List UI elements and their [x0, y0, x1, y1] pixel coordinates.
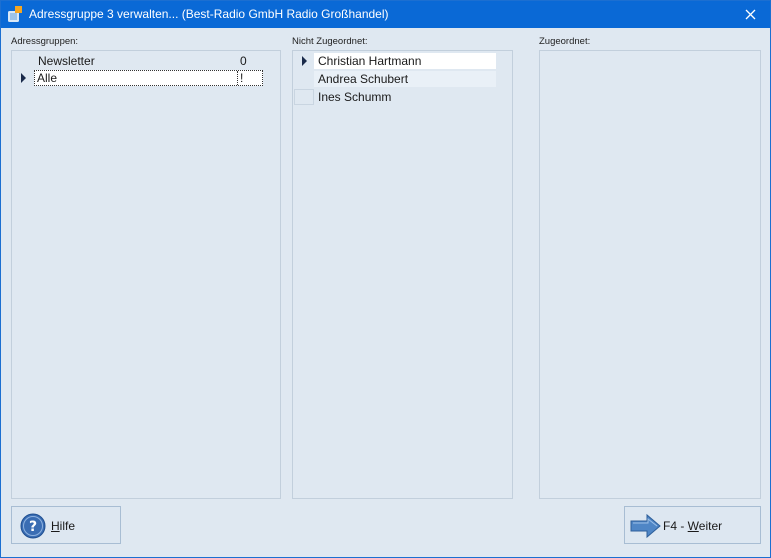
- zugeordnet-label: Zugeordnet:: [539, 36, 591, 47]
- next-button[interactable]: F4 - Weiter: [624, 506, 761, 544]
- current-row-icon: [301, 56, 307, 66]
- help-button[interactable]: ? Hilfe: [11, 506, 121, 544]
- selected-cell[interactable]: Alle !: [34, 70, 263, 86]
- close-icon: [745, 9, 755, 20]
- group-count: !: [240, 71, 244, 85]
- contact-name: Christian Hartmann: [318, 54, 422, 68]
- group-name: Alle: [37, 71, 58, 85]
- table-row[interactable]: Alle !: [13, 70, 266, 86]
- adressgruppen-label: Adressgruppen:: [11, 36, 79, 47]
- adressgruppen-grid[interactable]: Newsletter 0 Alle !: [11, 50, 281, 499]
- next-label-prefix: F4 -: [663, 519, 688, 533]
- row-selector[interactable]: [294, 53, 314, 69]
- nicht-zugeordnet-grid[interactable]: Christian Hartmann Andrea Schubert Ines …: [292, 50, 513, 499]
- table-row[interactable]: Christian Hartmann: [294, 53, 496, 69]
- svg-text:?: ?: [29, 519, 37, 535]
- cell-divider: [237, 71, 239, 85]
- dialog-window: Adressgruppe 3 verwalten... (Best-Radio …: [0, 0, 771, 558]
- next-label-rest: eiter: [698, 519, 723, 533]
- window-title: Adressgruppe 3 verwalten... (Best-Radio …: [29, 7, 389, 21]
- help-mnemonic: H: [51, 519, 60, 533]
- help-button-label: Hilfe: [51, 519, 75, 533]
- help-label-rest: ilfe: [59, 519, 76, 533]
- group-count: 0: [240, 54, 247, 68]
- row-selector[interactable]: [294, 71, 314, 87]
- contact-name: Andrea Schubert: [318, 72, 409, 86]
- arrow-right-icon: [630, 513, 661, 539]
- nicht-zugeordnet-label: Nicht Zugeordnet:: [292, 36, 368, 47]
- title-bar[interactable]: Adressgruppe 3 verwalten... (Best-Radio …: [1, 1, 770, 28]
- group-name: Newsletter: [38, 54, 95, 68]
- next-mnemonic: W: [687, 519, 699, 533]
- contact-name: Ines Schumm: [318, 90, 392, 104]
- table-row[interactable]: Newsletter 0: [13, 53, 266, 69]
- table-row[interactable]: Ines Schumm: [294, 89, 496, 105]
- row-selector[interactable]: [294, 89, 314, 105]
- help-icon: ?: [20, 513, 46, 539]
- row-selector[interactable]: [13, 70, 33, 86]
- current-row-icon: [20, 73, 26, 83]
- close-button[interactable]: [730, 1, 770, 28]
- table-row[interactable]: Andrea Schubert: [294, 71, 496, 87]
- zugeordnet-grid[interactable]: [539, 50, 761, 499]
- next-button-label: F4 - Weiter: [663, 519, 722, 533]
- row-selector[interactable]: [13, 53, 33, 69]
- app-icon: [8, 6, 22, 22]
